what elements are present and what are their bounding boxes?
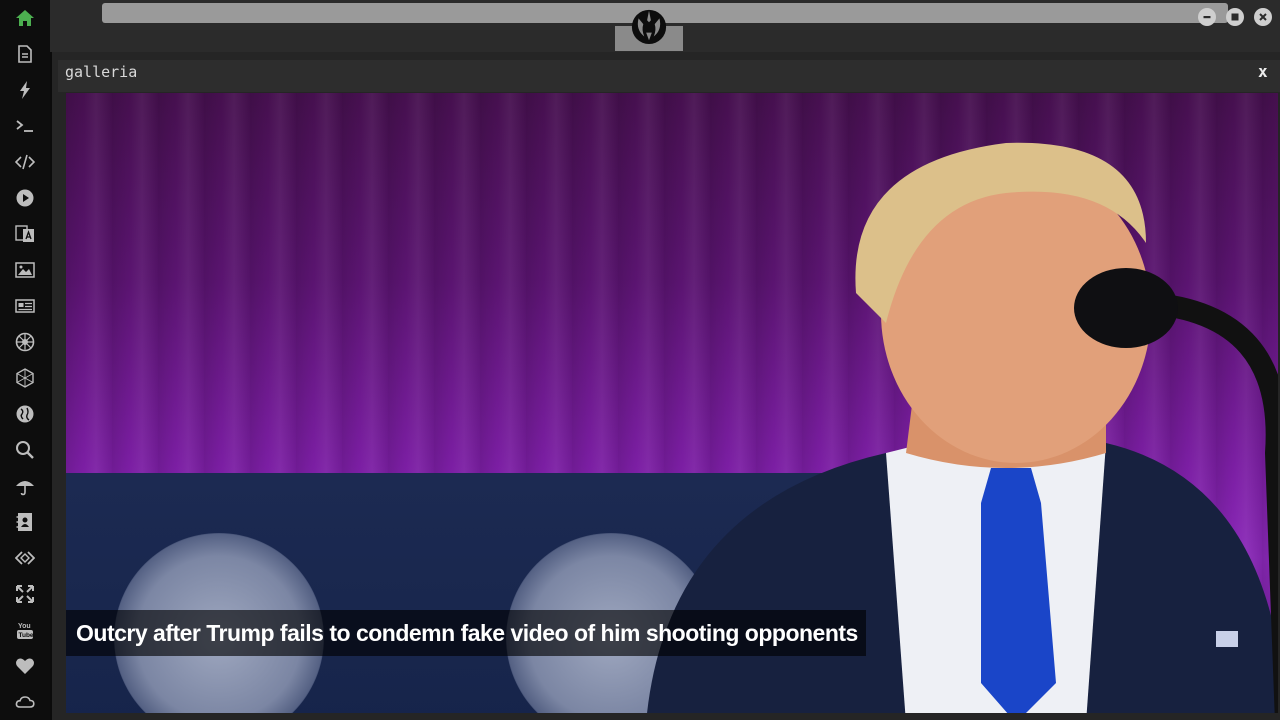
document-icon[interactable]	[13, 42, 37, 66]
caption-overlay: Outcry after Trump fails to condemn fake…	[66, 610, 866, 656]
lightning-icon[interactable]	[13, 78, 37, 102]
window-header	[58, 60, 1280, 92]
globe-icon[interactable]	[13, 402, 37, 426]
window-title: galleria	[65, 63, 138, 81]
hexagon-icon[interactable]	[13, 366, 37, 390]
play-icon[interactable]	[13, 186, 37, 210]
terminal-icon[interactable]	[13, 114, 37, 138]
contacts-icon[interactable]	[13, 510, 37, 534]
minimize-icon[interactable]	[1198, 8, 1216, 26]
rebel-alliance-icon	[631, 9, 667, 45]
diamond-code-icon[interactable]	[13, 546, 37, 570]
sidebar-rail: You Tube	[0, 0, 50, 720]
svg-text:Tube: Tube	[19, 632, 34, 639]
window-close-button[interactable]: x	[1258, 62, 1268, 81]
newspaper-icon[interactable]	[13, 294, 37, 318]
expand-icon[interactable]	[13, 582, 37, 606]
svg-text:You: You	[18, 623, 31, 630]
maximize-icon[interactable]	[1226, 8, 1244, 26]
home-icon[interactable]	[13, 6, 37, 30]
heart-icon[interactable]	[13, 654, 37, 678]
photo-caption: Outcry after Trump fails to condemn fake…	[76, 620, 858, 646]
search-icon[interactable]	[13, 438, 37, 462]
close-icon[interactable]	[1254, 8, 1272, 26]
code-icon[interactable]	[13, 150, 37, 174]
galactic-empire-icon[interactable]	[13, 330, 37, 354]
translate-icon[interactable]	[13, 222, 37, 246]
umbrella-icon[interactable]	[13, 474, 37, 498]
youtube-icon[interactable]: You Tube	[13, 618, 37, 642]
image-icon[interactable]	[13, 258, 37, 282]
cloud-icon[interactable]	[13, 690, 37, 714]
